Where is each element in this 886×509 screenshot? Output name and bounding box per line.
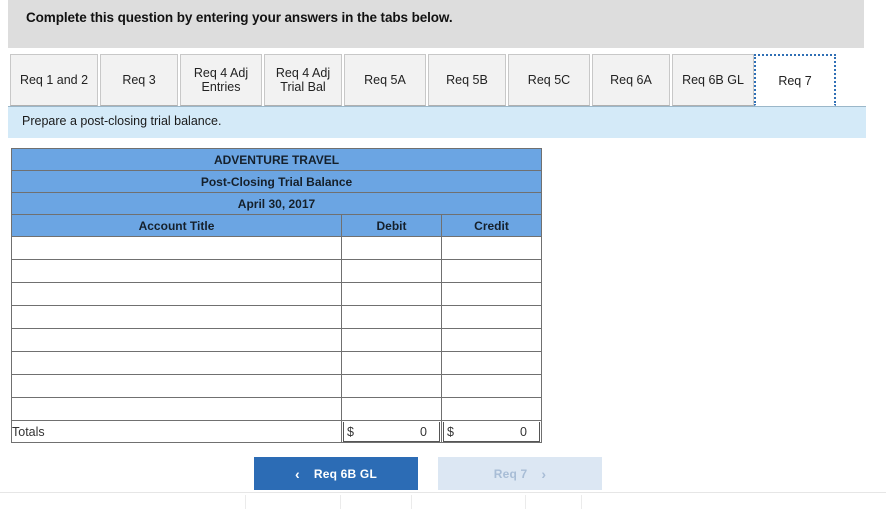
credit-input[interactable]: [441, 236, 542, 260]
column-header-debit: Debit: [341, 214, 442, 237]
trial-balance-table: ADVENTURE TRAVEL Post-Closing Trial Bala…: [11, 148, 542, 443]
tab-req-6b-gl[interactable]: Req 6B GL: [672, 54, 754, 106]
chevron-left-icon: ‹: [294, 465, 300, 482]
table-row: [11, 374, 542, 398]
tab-label: Req 4 Adj Entries: [193, 66, 249, 94]
table-row: [11, 259, 542, 283]
credit-input[interactable]: [441, 351, 542, 375]
debit-input[interactable]: [341, 351, 442, 375]
prev-requirement-button[interactable]: ‹ Req 6B GL: [254, 457, 418, 490]
table-row-company: ADVENTURE TRAVEL: [11, 148, 542, 171]
requirement-tabs: Req 1 and 2 Req 3 Req 4 Adj Entries Req 4 Ad…: [0, 52, 886, 108]
prev-requirement-label: Req 6B GL: [313, 466, 378, 481]
debit-input[interactable]: [341, 259, 442, 283]
debit-input[interactable]: [341, 374, 442, 398]
table-row: [11, 236, 542, 260]
account-title-input[interactable]: [11, 328, 342, 352]
account-title-input[interactable]: [11, 351, 342, 375]
tab-label: Req 7: [778, 73, 812, 88]
account-title-input[interactable]: [11, 259, 342, 283]
next-requirement-button: Req 7 ›: [438, 457, 602, 490]
debit-input[interactable]: [341, 328, 442, 352]
credit-input[interactable]: [441, 305, 542, 329]
totals-label-cell: Totals: [11, 420, 342, 443]
credit-input[interactable]: [441, 282, 542, 306]
column-divider: [340, 495, 341, 509]
table-row: [11, 351, 542, 375]
table-row-column-headers: Account Title Debit Credit: [11, 214, 542, 237]
requirement-instruction-text: Prepare a post-closing trial balance.: [22, 114, 222, 128]
account-title-input[interactable]: [11, 282, 342, 306]
debit-input[interactable]: [341, 305, 442, 329]
account-title-input[interactable]: [11, 236, 342, 260]
table-row: [11, 305, 542, 329]
trial-balance-worksheet: ADVENTURE TRAVEL Post-Closing Trial Bala…: [11, 148, 542, 443]
credit-input[interactable]: [441, 397, 542, 421]
totals-debit-cell[interactable]: $ 0: [341, 420, 442, 443]
debit-input[interactable]: [341, 236, 442, 260]
tab-req-5b[interactable]: Req 5B: [428, 54, 506, 106]
tab-req-5c[interactable]: Req 5C: [508, 54, 590, 106]
debit-currency-symbol: $: [347, 424, 354, 439]
tab-req-1-and-2[interactable]: Req 1 and 2: [10, 54, 98, 106]
requirement-instruction-bar: Prepare a post-closing trial balance.: [8, 107, 866, 138]
column-divider: [245, 495, 246, 509]
tab-req-4-adj-entries[interactable]: Req 4 Adj Entries: [180, 54, 262, 106]
totals-debit-value: 0: [420, 424, 427, 439]
column-divider: [581, 495, 582, 509]
credit-currency-symbol: $: [447, 424, 454, 439]
credit-input[interactable]: [441, 328, 542, 352]
tab-label: Req 3: [122, 73, 156, 87]
tab-label: Req 6B GL: [682, 73, 744, 87]
column-header-credit: Credit: [441, 214, 542, 237]
tab-req-3[interactable]: Req 3: [100, 54, 178, 106]
tab-req-7[interactable]: Req 7: [754, 54, 836, 106]
next-requirement-label: Req 7: [493, 466, 528, 481]
instruction-banner: Complete this question by entering your …: [8, 0, 864, 48]
tab-navigation: ‹ Req 6B GL Req 7 ›: [0, 457, 886, 491]
column-divider: [525, 495, 526, 509]
column-divider: [411, 495, 412, 509]
table-row-totals: Totals $ 0 $ 0: [11, 420, 542, 443]
account-title-input[interactable]: [11, 305, 342, 329]
instruction-banner-text: Complete this question by entering your …: [26, 10, 453, 25]
totals-credit-value: 0: [520, 424, 527, 439]
table-row-statement: Post-Closing Trial Balance: [11, 170, 542, 193]
tab-label: Req 5A: [364, 73, 406, 87]
tab-label: Req 1 and 2: [19, 73, 89, 87]
statement-name-cell: Post-Closing Trial Balance: [11, 170, 542, 193]
account-title-input[interactable]: [11, 374, 342, 398]
statement-date-cell: April 30, 2017: [11, 192, 542, 215]
tab-label: Req 4 Adj Trial Bal: [275, 66, 331, 94]
tab-req-5a[interactable]: Req 5A: [344, 54, 426, 106]
tab-label: Req 5B: [446, 73, 488, 87]
account-title-input[interactable]: [11, 397, 342, 421]
table-row: [11, 328, 542, 352]
debit-input[interactable]: [341, 397, 442, 421]
tab-req-4-adj-trialbal[interactable]: Req 4 Adj Trial Bal: [264, 54, 342, 106]
table-row: [11, 397, 542, 421]
company-name-cell: ADVENTURE TRAVEL: [11, 148, 542, 171]
debit-input[interactable]: [341, 282, 442, 306]
question-panel: Complete this question by entering your …: [0, 0, 886, 509]
table-row-date: April 30, 2017: [11, 192, 542, 215]
table-row: [11, 282, 542, 306]
tab-req-6a[interactable]: Req 6A: [592, 54, 670, 106]
totals-credit-cell[interactable]: $ 0: [441, 420, 542, 443]
column-header-account-title: Account Title: [11, 214, 342, 237]
credit-input[interactable]: [441, 259, 542, 283]
tab-label: Req 5C: [527, 73, 571, 87]
chevron-right-icon: ›: [541, 465, 547, 482]
tab-label: Req 6A: [610, 73, 652, 87]
bottom-partial-row: [0, 493, 886, 509]
credit-input[interactable]: [441, 374, 542, 398]
